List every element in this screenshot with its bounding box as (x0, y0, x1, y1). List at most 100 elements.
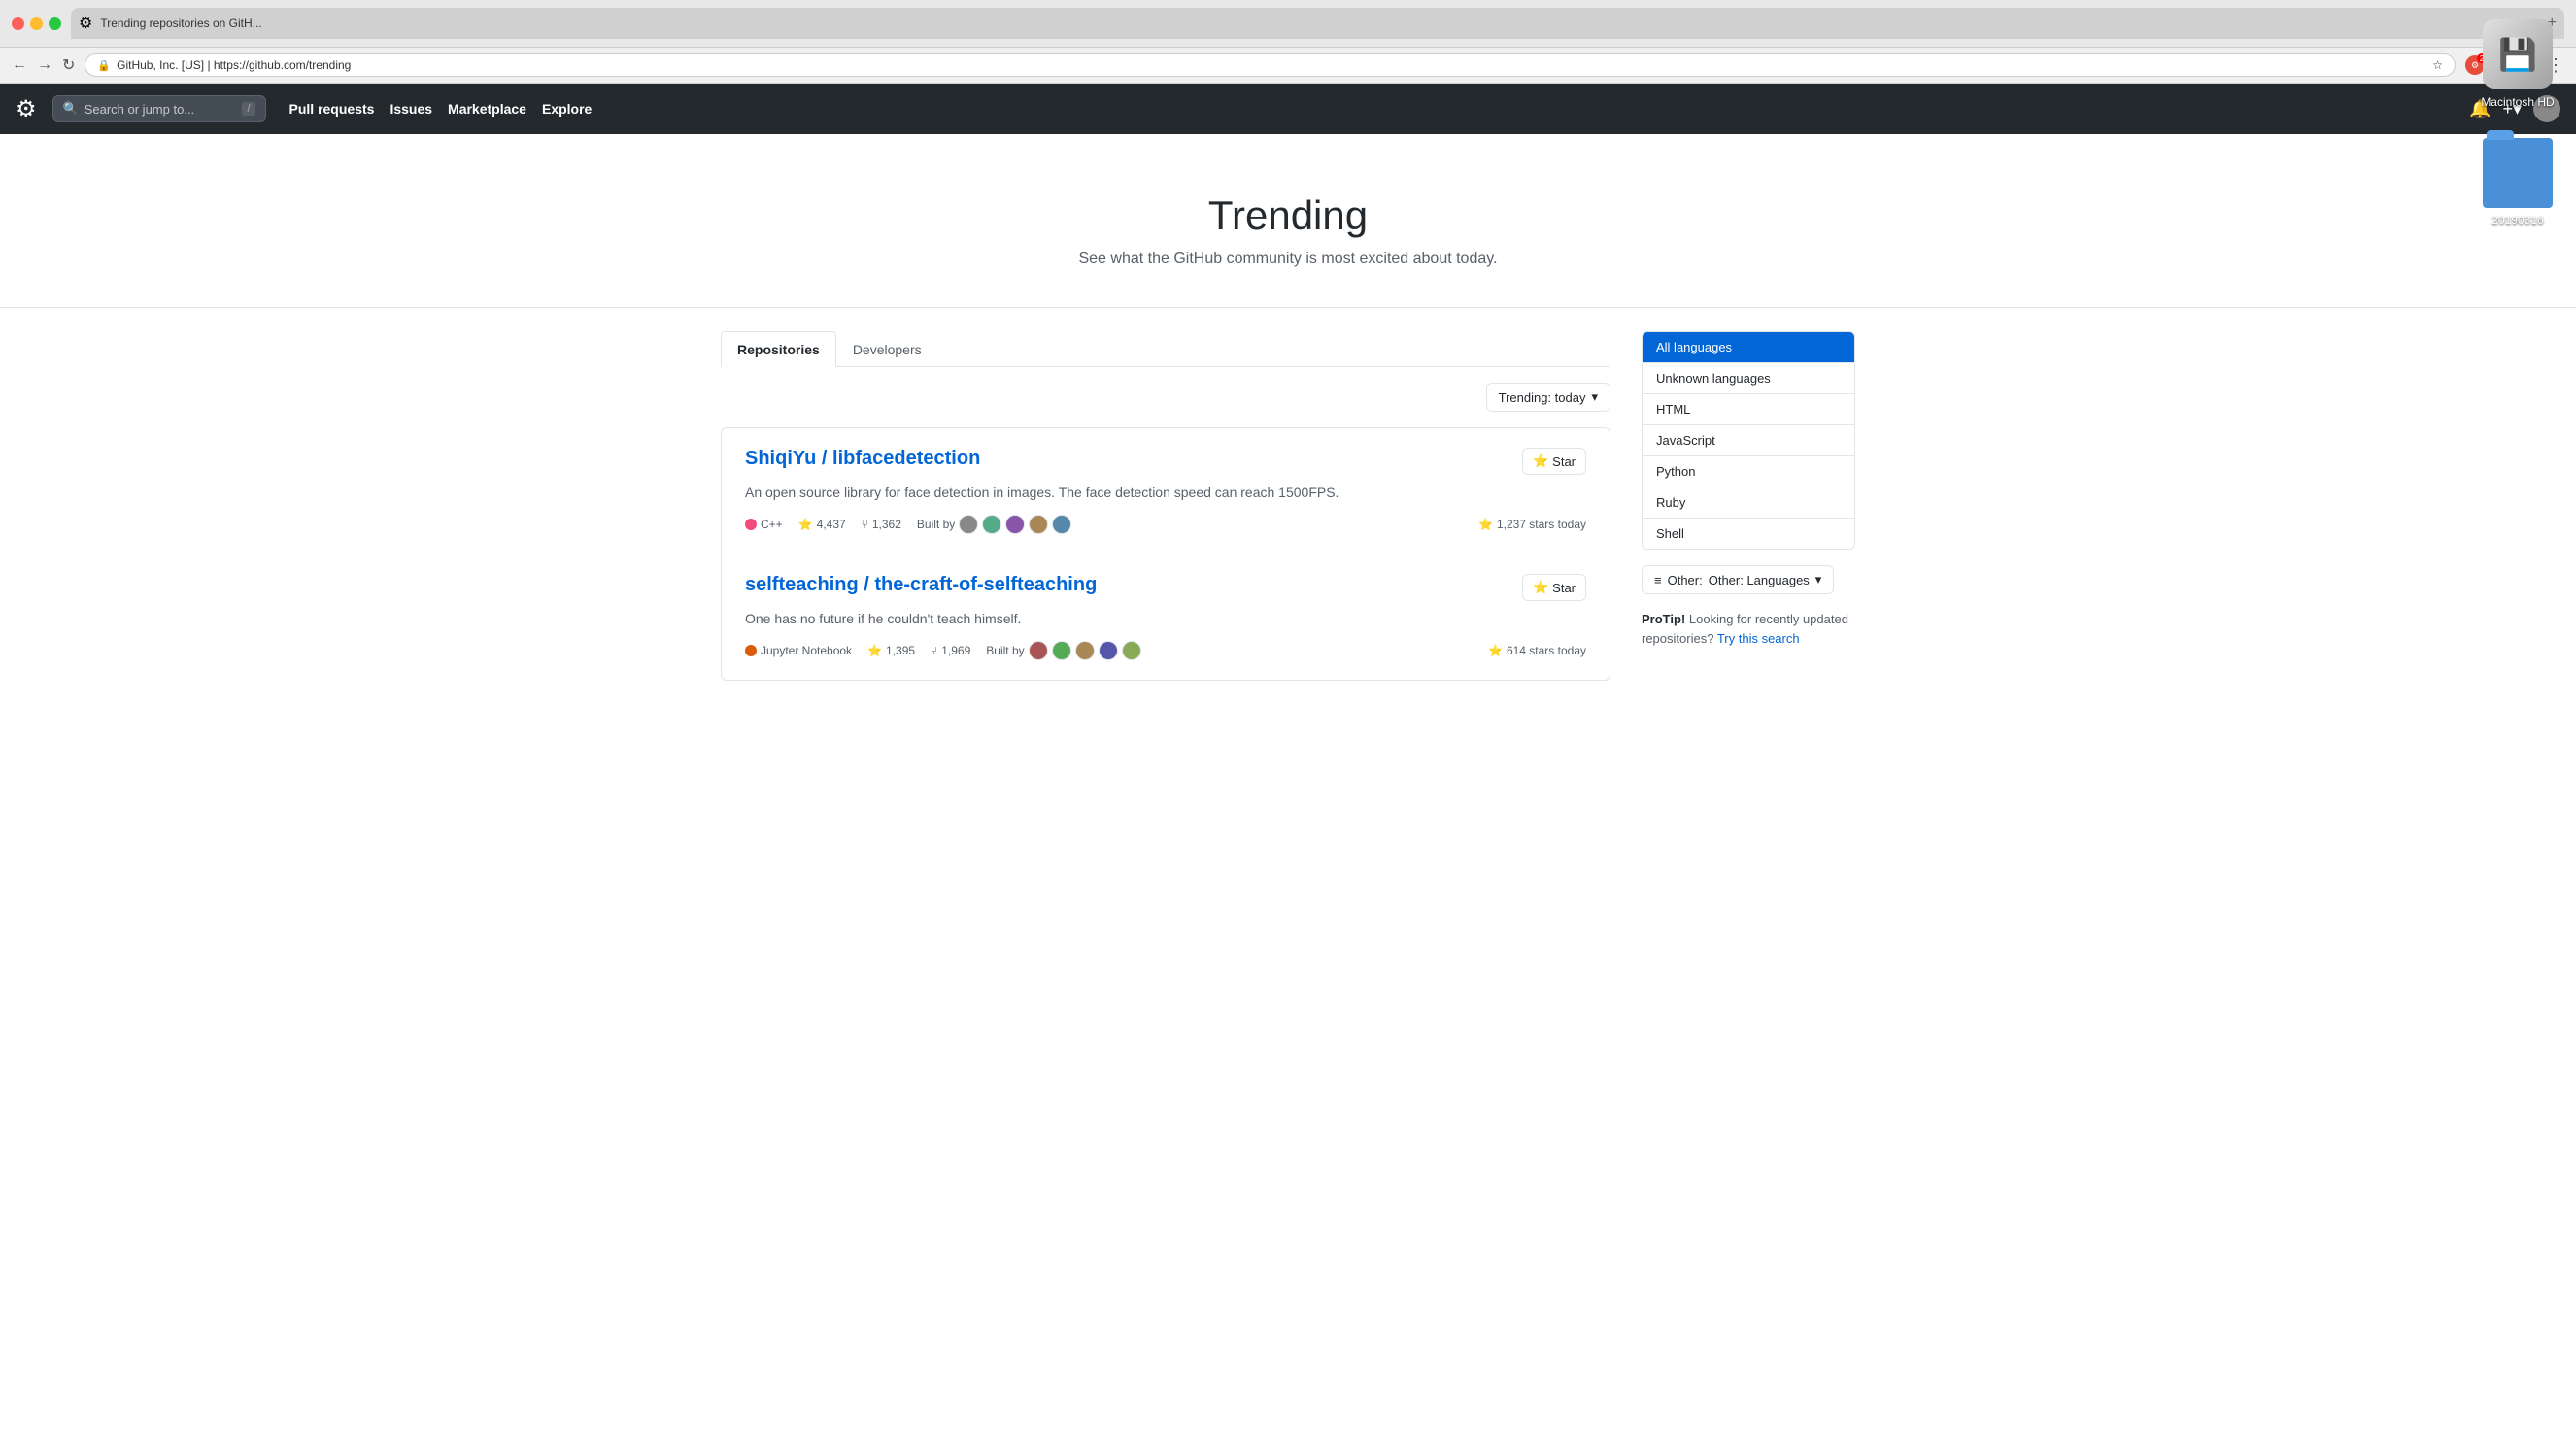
back-button[interactable]: ← (12, 56, 27, 74)
contributor-avatar-5 (1052, 515, 1071, 534)
filter-label: Trending: today (1499, 390, 1586, 405)
built-by: Built by (917, 515, 1071, 534)
nav-explore[interactable]: Explore (542, 101, 592, 117)
table-row: selfteaching / the-craft-of-selfteaching… (722, 554, 1610, 680)
stars-today-count: 614 stars today (1507, 644, 1586, 657)
language-label: Jupyter Notebook (745, 644, 852, 657)
main-nav: Pull requests Issues Marketplace Explore (289, 101, 593, 117)
forks-stat: ⑂ 1,362 (862, 518, 901, 531)
desktop-icon-folder[interactable]: 20190316 (2483, 138, 2553, 227)
filter-chevron-icon: ▾ (1591, 389, 1598, 405)
folder-label: 20190316 (2491, 214, 2543, 227)
contributor-avatar-3 (1005, 515, 1025, 534)
hd-label: Macintosh HD (2481, 95, 2554, 109)
stars-today-icon: ⭐ (1488, 644, 1503, 657)
repo-link[interactable]: ShiqiYu / libfacedetection (745, 448, 980, 470)
nav-pull-requests[interactable]: Pull requests (289, 101, 375, 117)
search-bar[interactable]: 🔍 Search or jump to... / (52, 95, 266, 122)
language-filter-all[interactable]: All languages (1643, 332, 1854, 363)
language-name: Jupyter Notebook (761, 644, 852, 657)
repo-meta: C++ ⭐ 4,437 ⑂ 1,362 Built by (745, 515, 1586, 534)
stars-stat: ⭐ 1,395 (867, 644, 915, 657)
repo-name-bold: libfacedetection (832, 448, 980, 469)
hero-subtitle: See what the GitHub community is most ex… (19, 251, 2557, 268)
language-color-dot (745, 645, 757, 656)
sidebar: All languages Unknown languages HTML Jav… (1642, 331, 1855, 681)
language-name: C++ (761, 518, 783, 531)
language-filter-ruby[interactable]: Ruby (1643, 487, 1854, 519)
language-filter-python[interactable]: Python (1643, 456, 1854, 487)
tab-bar-repos: Repositories Developers (721, 331, 1610, 367)
repo-meta: Jupyter Notebook ⭐ 1,395 ⑂ 1,969 Built b… (745, 641, 1586, 660)
filter-row: Trending: today ▾ (721, 383, 1610, 412)
repo-link[interactable]: selfteaching / the-craft-of-selfteaching (745, 574, 1097, 596)
contributor-avatar-4 (1099, 641, 1118, 660)
desktop-icon-hd[interactable]: 💾 Macintosh HD (2481, 19, 2554, 109)
contributor-avatar-2 (982, 515, 1001, 534)
repo-list: ShiqiYu / libfacedetection ⭐ Star An ope… (721, 427, 1610, 681)
contributor-avatar-3 (1075, 641, 1095, 660)
language-filter-javascript[interactable]: JavaScript (1643, 425, 1854, 456)
forward-button[interactable]: → (37, 56, 52, 74)
star-button[interactable]: ⭐ Star (1522, 448, 1586, 475)
repo-description: One has no future if he couldn't teach h… (745, 609, 1586, 629)
protip-section: ProTip! Looking for recently updated rep… (1642, 610, 1855, 648)
trending-filter[interactable]: Trending: today ▾ (1486, 383, 1610, 412)
tab-title[interactable]: Trending repositories on GitH... (100, 17, 2514, 30)
address-bar-row: ← → ↻ 🔒 GitHub, Inc. [US] | https://gith… (0, 48, 2576, 84)
language-filter-unknown[interactable]: Unknown languages (1643, 363, 1854, 394)
other-label: Other: (1668, 573, 1703, 587)
refresh-button[interactable]: ↻ (62, 55, 75, 75)
browser-chrome: ⚙ Trending repositories on GitH... ✕ + (0, 0, 2576, 48)
content-area: Repositories Developers Trending: today … (705, 308, 1871, 704)
other-languages-button[interactable]: ≡ Other: Other: Languages ▾ (1642, 565, 1834, 594)
bookmark-icon[interactable]: ☆ (2432, 58, 2443, 72)
tab-developers[interactable]: Developers (836, 331, 938, 367)
language-color-dot (745, 519, 757, 530)
search-placeholder: Search or jump to... (85, 102, 194, 117)
star-button[interactable]: ⭐ Star (1522, 574, 1586, 601)
repo-owner: selfteaching (745, 574, 859, 595)
hd-icon: 💾 (2483, 19, 2553, 89)
repo-header: ShiqiYu / libfacedetection ⭐ Star (745, 448, 1586, 475)
address-bar[interactable]: 🔒 GitHub, Inc. [US] | https://github.com… (85, 53, 2456, 77)
star-label: Star (1552, 581, 1576, 595)
page-title: Trending (19, 192, 2557, 239)
star-icon: ⭐ (1533, 453, 1548, 469)
star-icon: ⭐ (1533, 580, 1548, 595)
contributor-avatar-2 (1052, 641, 1071, 660)
maximize-button[interactable] (49, 17, 61, 30)
search-icon: 🔍 (63, 101, 79, 117)
language-filter-html[interactable]: HTML (1643, 394, 1854, 425)
search-kbd: / (242, 102, 254, 116)
star-count-icon: ⭐ (798, 518, 813, 531)
star-label: Star (1552, 454, 1576, 469)
repo-name-bold: the-craft-of-selfteaching (874, 574, 1097, 595)
other-languages-label: Other: Languages (1709, 573, 1810, 587)
tab-repositories[interactable]: Repositories (721, 331, 836, 367)
stars-today-count: 1,237 stars today (1497, 518, 1586, 531)
fork-icon: ⑂ (931, 644, 937, 657)
language-list: All languages Unknown languages HTML Jav… (1642, 331, 1855, 550)
stars-today: ⭐ 614 stars today (1488, 644, 1586, 657)
built-by: Built by (986, 641, 1140, 660)
fork-count: 1,969 (941, 644, 970, 657)
hero-section: Trending See what the GitHub community i… (0, 134, 2576, 308)
lock-icon: 🔒 (97, 59, 111, 72)
minimize-button[interactable] (30, 17, 43, 30)
github-logo[interactable]: ⚙ (16, 95, 37, 123)
folder-icon (2483, 138, 2553, 208)
contributor-avatar-4 (1029, 515, 1048, 534)
star-count-icon: ⭐ (867, 644, 882, 657)
nav-marketplace[interactable]: Marketplace (448, 101, 526, 117)
close-button[interactable] (12, 17, 24, 30)
list-icon: ≡ (1654, 573, 1662, 587)
nav-issues[interactable]: Issues (390, 101, 432, 117)
repo-header: selfteaching / the-craft-of-selfteaching… (745, 574, 1586, 601)
protip-link[interactable]: Try this search (1717, 631, 1800, 646)
url-display: GitHub, Inc. [US] | https://github.com/t… (117, 58, 2426, 72)
contributor-avatar-1 (1029, 641, 1048, 660)
desktop-area: 💾 Macintosh HD 20190316 (2459, 0, 2576, 1406)
contributor-avatar-5 (1122, 641, 1141, 660)
language-filter-shell[interactable]: Shell (1643, 519, 1854, 549)
